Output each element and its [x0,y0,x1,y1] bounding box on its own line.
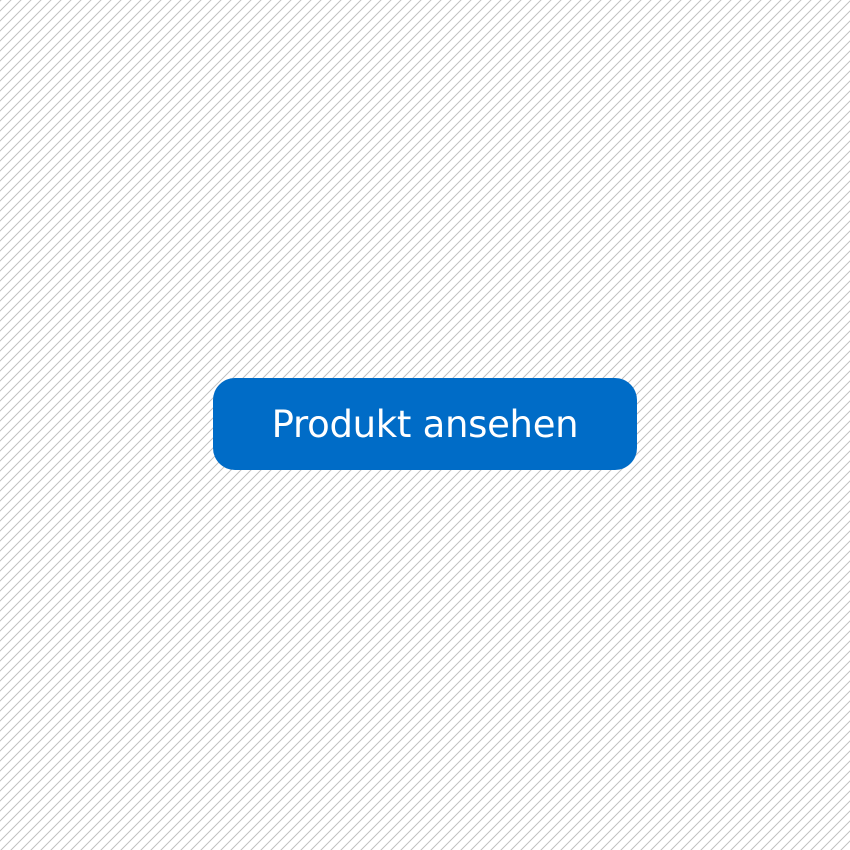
view-product-button[interactable]: Produkt ansehen [213,378,637,470]
